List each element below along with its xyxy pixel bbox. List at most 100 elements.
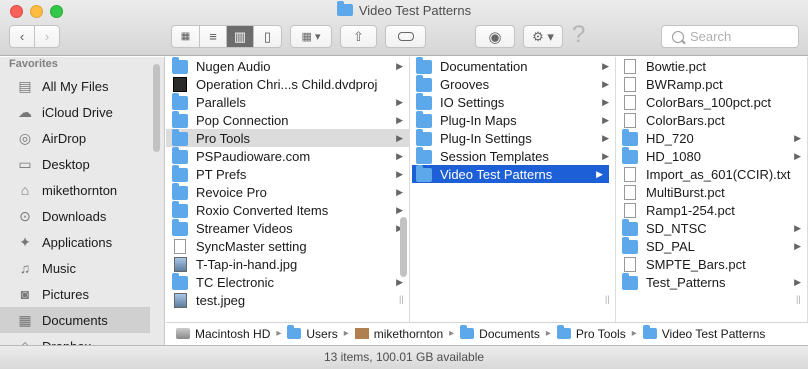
column-view-button[interactable]: ▥ [227,26,254,47]
file-row-bowtie-pct[interactable]: Bowtie.pct [616,57,807,75]
sidebar-item-label: Documents [42,312,108,328]
file-row-parallels[interactable]: Parallels ▶ [166,93,409,111]
music-icon: ♫ [19,260,31,276]
folder-icon [416,147,432,164]
folder-icon [172,201,188,218]
file-row-t-tap-in-hand-jpg[interactable]: T-Tap-in-hand.jpg [166,255,409,273]
tag-button[interactable] [385,25,426,48]
file-row-session-templates[interactable]: Session Templates ▶ [410,147,615,165]
path-item-mikethornton[interactable]: mikethornton [354,327,443,341]
disclosure-arrow-icon: ▶ [794,240,801,251]
eye-icon: ◉ [488,28,502,46]
sidebar-item-dropbox[interactable]: ◇Dropbox [0,333,164,346]
folder-icon [622,237,638,254]
file-row-hd-720[interactable]: HD_720 ▶ [616,129,807,147]
file-row-documentation[interactable]: Documentation ▶ [410,57,615,75]
folder-icon [556,325,571,339]
disclosure-arrow-icon: ▶ [396,186,403,197]
sidebar-item-applications[interactable]: ✦ Applications [0,229,164,255]
folder-icon [642,325,657,339]
path-separator-icon: ▸ [343,328,349,339]
action-button[interactable]: ⚙ ▾ [523,25,563,48]
file-row-colorbars-pct[interactable]: ColorBars.pct [616,111,807,129]
folder-icon [416,165,432,182]
column-1-scrollbar[interactable] [400,217,407,277]
gear-icon: ⚙ ▾ [532,28,554,44]
coverflow-view-button[interactable]: ▯ [254,26,281,47]
disclosure-arrow-icon: ▶ [602,60,609,71]
sidebar-item-airdrop[interactable]: ◎ AirDrop [0,125,164,151]
file-row-pop-connection[interactable]: Pop Connection ▶ [166,111,409,129]
arrange-button[interactable]: ▦ ▾ [290,25,332,48]
file-row-streamer-videos[interactable]: Streamer Videos▶ [166,219,409,237]
document-icon [624,202,636,218]
chevron-right-icon: › [44,29,50,44]
path-item-documents[interactable]: Documents [460,325,540,341]
column-resize-handle[interactable]: || [399,294,404,304]
file-row-multiburst-pct[interactable]: MultiBurst.pct [616,183,807,201]
column-view-icon: ▥ [233,28,247,44]
file-row-ramp1-254-pct[interactable]: Ramp1-254.pct [616,201,807,219]
file-row-bwramp-pct[interactable]: BWRamp.pct [616,75,807,93]
file-row-video-test-patterns[interactable]: Video Test Patterns ▶ [412,165,609,183]
column-2: Documentation ▶ Grooves ▶ IO Settings ▶ Plug-I… [410,57,616,322]
file-row-pspaudioware-com[interactable]: PSPaudioware.com ▶ [166,147,409,165]
column-resize-handle[interactable]: || [796,294,801,304]
sidebar-item-mikethornton[interactable]: ⌂ mikethornton [0,177,164,203]
file-row-io-settings[interactable]: IO Settings ▶ [410,93,615,111]
file-row-import-as-601-ccir-txt[interactable]: Import_as_601(CCIR).txt [616,165,807,183]
path-separator-icon: ▸ [545,328,551,339]
icon-view-button[interactable]: ▦ [172,26,200,47]
file-row-smpte-bars-pct[interactable]: SMPTE_Bars.pct [616,255,807,273]
file-row-pt-prefs[interactable]: PT Prefs ▶ [166,165,409,183]
sidebar-item-desktop[interactable]: ▭ Desktop [0,151,164,177]
path-item-pro-tools[interactable]: Pro Tools [556,325,626,341]
path-item-label: Macintosh HD [195,326,271,341]
file-name: Streamer Videos [196,220,293,236]
file-row-colorbars-100pct-pct[interactable]: ColorBars_100pct.pct [616,93,807,111]
back-button[interactable]: ‹ [10,26,35,47]
image-file-icon [174,292,187,308]
file-row-test-patterns[interactable]: Test_Patterns ▶ [616,273,807,291]
file-row-pro-tools[interactable]: Pro Tools ▶ [166,129,409,147]
path-item-users[interactable]: Users [287,325,338,341]
sidebar-item-all-my-files[interactable]: ▤ All My Files [0,73,164,99]
file-row-syncmaster-setting[interactable]: SyncMaster setting [166,237,409,255]
sidebar-item-icloud-drive[interactable]: ☁ iCloud Drive [0,99,164,125]
tag-icon [397,32,414,41]
file-row-sd-ntsc[interactable]: SD_NTSC ▶ [616,219,807,237]
search-field[interactable]: Search [661,25,799,48]
file-row-roxio-converted-items[interactable]: Roxio Converted Items ▶ [166,201,409,219]
file-name: MultiBurst.pct [646,184,725,200]
sidebar-item-documents[interactable]: ▦ Documents [0,307,150,333]
file-row-plug-in-maps[interactable]: Plug-In Maps ▶ [410,111,615,129]
file-row-grooves[interactable]: Grooves ▶ [410,75,615,93]
file-name: Bowtie.pct [646,58,706,74]
disclosure-arrow-icon: ▶ [396,114,403,125]
file-row-revoice-pro[interactable]: Revoice Pro ▶ [166,183,409,201]
file-row-plug-in-settings[interactable]: Plug-In Settings ▶ [410,129,615,147]
sidebar-item-music[interactable]: ♫ Music [0,255,164,281]
column-resize-handle[interactable]: || [605,294,610,304]
path-item-macintosh-hd[interactable]: Macintosh HD [176,327,270,341]
file-row-test-jpeg[interactable]: test.jpeg [166,291,409,309]
file-name: HD_1080 [646,148,701,164]
file-row-nugen-audio[interactable]: Nugen Audio ▶ [166,57,409,75]
share-button[interactable]: ⇧ [340,25,377,48]
sidebar-item-downloads[interactable]: ⊙ Downloads [0,203,164,229]
file-row-tc-electronic[interactable]: TC Electronic ▶ [166,273,409,291]
file-row-sd-pal[interactable]: SD_PAL ▶ [616,237,807,255]
file-row-hd-1080[interactable]: HD_1080 ▶ [616,147,807,165]
arrange-icon: ▦ ▾ [301,31,321,43]
help-icon[interactable]: ? [572,21,585,49]
list-view-button[interactable]: ≡ [200,26,227,47]
forward-button[interactable]: › [35,26,59,47]
path-item-video-test-patterns[interactable]: Video Test Patterns [642,325,765,341]
sidebar-scrollbar[interactable] [153,64,160,152]
file-row-operation-chri-s-child-dvdproj[interactable]: Operation Chri...s Child.dvdproj [166,75,409,93]
sidebar-item-label: Applications [42,234,113,250]
sidebar-item-label: Downloads [42,208,107,224]
sidebar-item-pictures[interactable]: ◙ Pictures [0,281,164,307]
quick-look-button[interactable]: ◉ [475,25,515,48]
coverflow-view-icon: ▯ [263,28,272,44]
